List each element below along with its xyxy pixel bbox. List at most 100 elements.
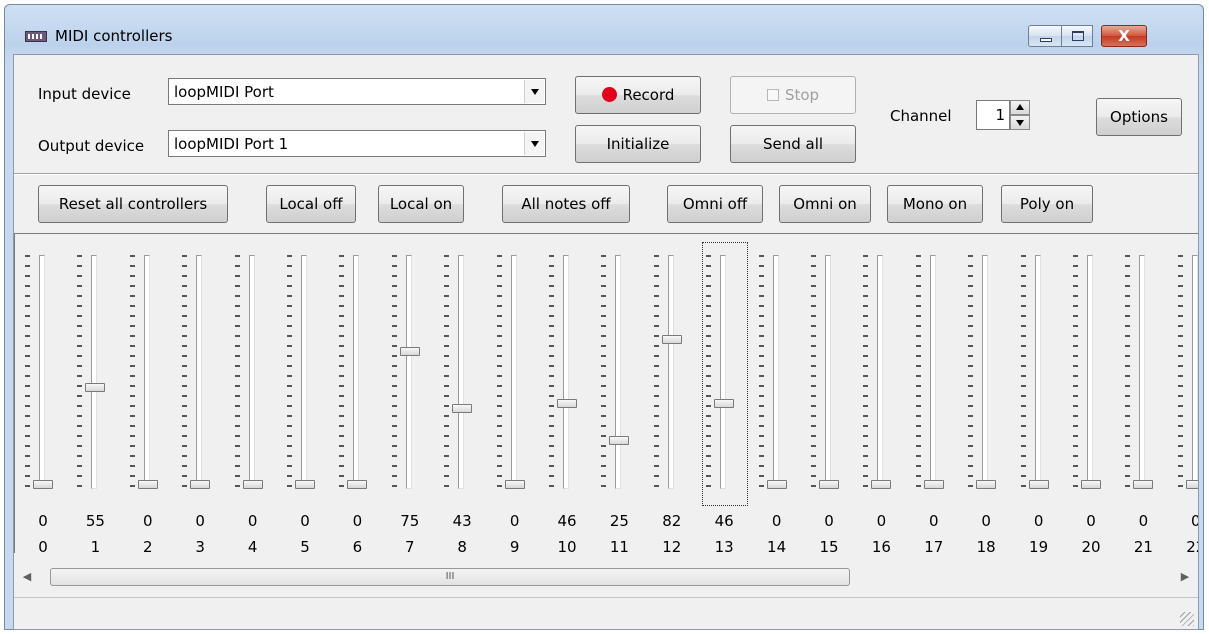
slider-track[interactable] (929, 255, 936, 489)
controller-slider-20[interactable]: 0 20 (1069, 234, 1121, 553)
slider-track[interactable] (301, 255, 307, 489)
slider-track[interactable] (615, 255, 622, 489)
slider-track[interactable] (720, 255, 727, 489)
controller-slider-17[interactable]: 0 17 (912, 234, 964, 553)
slider-track[interactable] (353, 255, 360, 489)
reset-all-controllers-button[interactable]: Reset all controllers (38, 185, 228, 223)
title-bar[interactable]: MIDI controllers X (5, 5, 1203, 55)
slider-track[interactable] (405, 255, 412, 489)
record-button[interactable]: Record (575, 76, 701, 114)
slider-track[interactable] (1139, 255, 1146, 489)
slider-thumb[interactable] (714, 398, 735, 408)
slider-thumb[interactable] (85, 382, 106, 392)
controller-slider-4[interactable]: 04 (231, 234, 283, 553)
slider-thumb[interactable] (1133, 480, 1154, 489)
poly-on-button[interactable]: Poly on (1001, 185, 1093, 223)
output-device-select[interactable]: loopMIDI Port 1 (168, 130, 546, 157)
stop-button[interactable]: Stop (730, 76, 856, 114)
controller-slider-19[interactable]: 0 19 (1017, 234, 1069, 553)
slider-thumb[interactable] (1081, 480, 1101, 489)
slider-track[interactable] (143, 255, 150, 489)
scroll-left-icon[interactable]: ◀ (18, 568, 36, 585)
scrollbar-thumb[interactable]: III (50, 568, 850, 586)
slider-track[interactable] (877, 255, 884, 489)
chevron-down-icon[interactable] (524, 80, 544, 103)
mono-on-button[interactable]: Mono on (887, 185, 983, 223)
controller-value: 0 (1174, 512, 1198, 530)
controller-slider-7[interactable]: 75 7 (388, 234, 440, 553)
slider-thumb[interactable] (1185, 480, 1198, 489)
slider-track[interactable] (1087, 255, 1093, 489)
controller-slider-18[interactable]: 0 18 (964, 234, 1016, 553)
controller-slider-22[interactable]: 0 22 (1174, 234, 1198, 553)
controller-slider-3[interactable]: 03 (178, 234, 230, 553)
controller-slider-5[interactable]: 05 (283, 234, 335, 553)
slider-thumb[interactable] (504, 480, 525, 489)
slider-thumb[interactable] (609, 435, 630, 445)
slider-thumb[interactable] (923, 480, 944, 489)
horizontal-scrollbar[interactable]: ◀ III ▶ (14, 566, 1198, 587)
slider-thumb[interactable] (1028, 480, 1049, 489)
omni-off-button[interactable]: Omni off (667, 185, 763, 223)
scroll-right-icon[interactable]: ▶ (1176, 568, 1194, 585)
controller-slider-16[interactable]: 0 16 (859, 234, 911, 553)
controller-slider-13[interactable]: 46 13 (702, 234, 754, 553)
slider-thumb[interactable] (819, 480, 839, 489)
controller-slider-9[interactable]: 09 (493, 234, 545, 553)
options-button[interactable]: Options (1096, 98, 1182, 136)
controller-slider-0[interactable]: 00 (21, 234, 73, 553)
controller-slider-11[interactable]: 25 11 (597, 234, 649, 553)
input-device-select[interactable]: loopMIDI Port (168, 78, 546, 105)
minimize-button[interactable] (1028, 25, 1062, 47)
spin-down-icon[interactable] (1010, 115, 1030, 130)
controller-slider-21[interactable]: 0 21 (1121, 234, 1173, 553)
slider-thumb[interactable] (766, 480, 787, 489)
close-button[interactable]: X (1101, 25, 1147, 47)
slider-track[interactable] (248, 255, 255, 489)
slider-thumb[interactable] (452, 403, 473, 413)
slider-track[interactable] (563, 255, 569, 489)
slider-track[interactable] (196, 255, 203, 489)
slider-track[interactable] (510, 255, 517, 489)
slider-thumb[interactable] (399, 347, 420, 357)
slider-track[interactable] (772, 255, 779, 489)
slider-thumb[interactable] (557, 398, 577, 408)
slider-track[interactable] (825, 255, 831, 489)
slider-track[interactable] (667, 255, 674, 489)
slider-track[interactable] (982, 255, 989, 489)
slider-thumb[interactable] (33, 480, 53, 489)
controller-slider-6[interactable]: 06 (335, 234, 387, 553)
controller-slider-15[interactable]: 0 15 (807, 234, 859, 553)
local-on-button[interactable]: Local on (378, 185, 464, 223)
slider-track[interactable] (1191, 255, 1198, 489)
controller-slider-10[interactable]: 46 10 (545, 234, 597, 553)
channel-input[interactable]: 1 (976, 100, 1010, 130)
slider-thumb[interactable] (347, 480, 368, 489)
initialize-button[interactable]: Initialize (575, 125, 701, 163)
slider-thumb[interactable] (976, 480, 997, 489)
maximize-button[interactable] (1061, 25, 1093, 47)
controller-slider-14[interactable]: 0 14 (755, 234, 807, 553)
slider-thumb[interactable] (190, 480, 211, 489)
slider-thumb[interactable] (871, 480, 892, 489)
slider-track[interactable] (458, 255, 465, 489)
slider-track[interactable] (91, 255, 98, 489)
slider-thumb[interactable] (242, 480, 263, 489)
controller-slider-12[interactable]: 82 12 (650, 234, 702, 553)
resize-grip-icon[interactable] (1180, 612, 1194, 626)
slider-thumb[interactable] (295, 480, 315, 489)
controller-slider-1[interactable]: 55 1 (73, 234, 125, 553)
chevron-down-icon[interactable] (524, 132, 544, 155)
omni-on-button[interactable]: Omni on (779, 185, 871, 223)
local-off-button[interactable]: Local off (266, 185, 356, 223)
slider-thumb[interactable] (137, 480, 158, 489)
all-notes-off-button[interactable]: All notes off (502, 185, 630, 223)
controller-slider-2[interactable]: 02 (126, 234, 178, 553)
slider-thumb[interactable] (661, 334, 682, 344)
send-all-button[interactable]: Send all (730, 125, 856, 163)
channel-stepper[interactable] (1010, 100, 1030, 130)
controller-slider-8[interactable]: 43 8 (440, 234, 492, 553)
spin-up-icon[interactable] (1010, 100, 1030, 115)
slider-track[interactable] (39, 255, 45, 489)
slider-track[interactable] (1034, 255, 1041, 489)
